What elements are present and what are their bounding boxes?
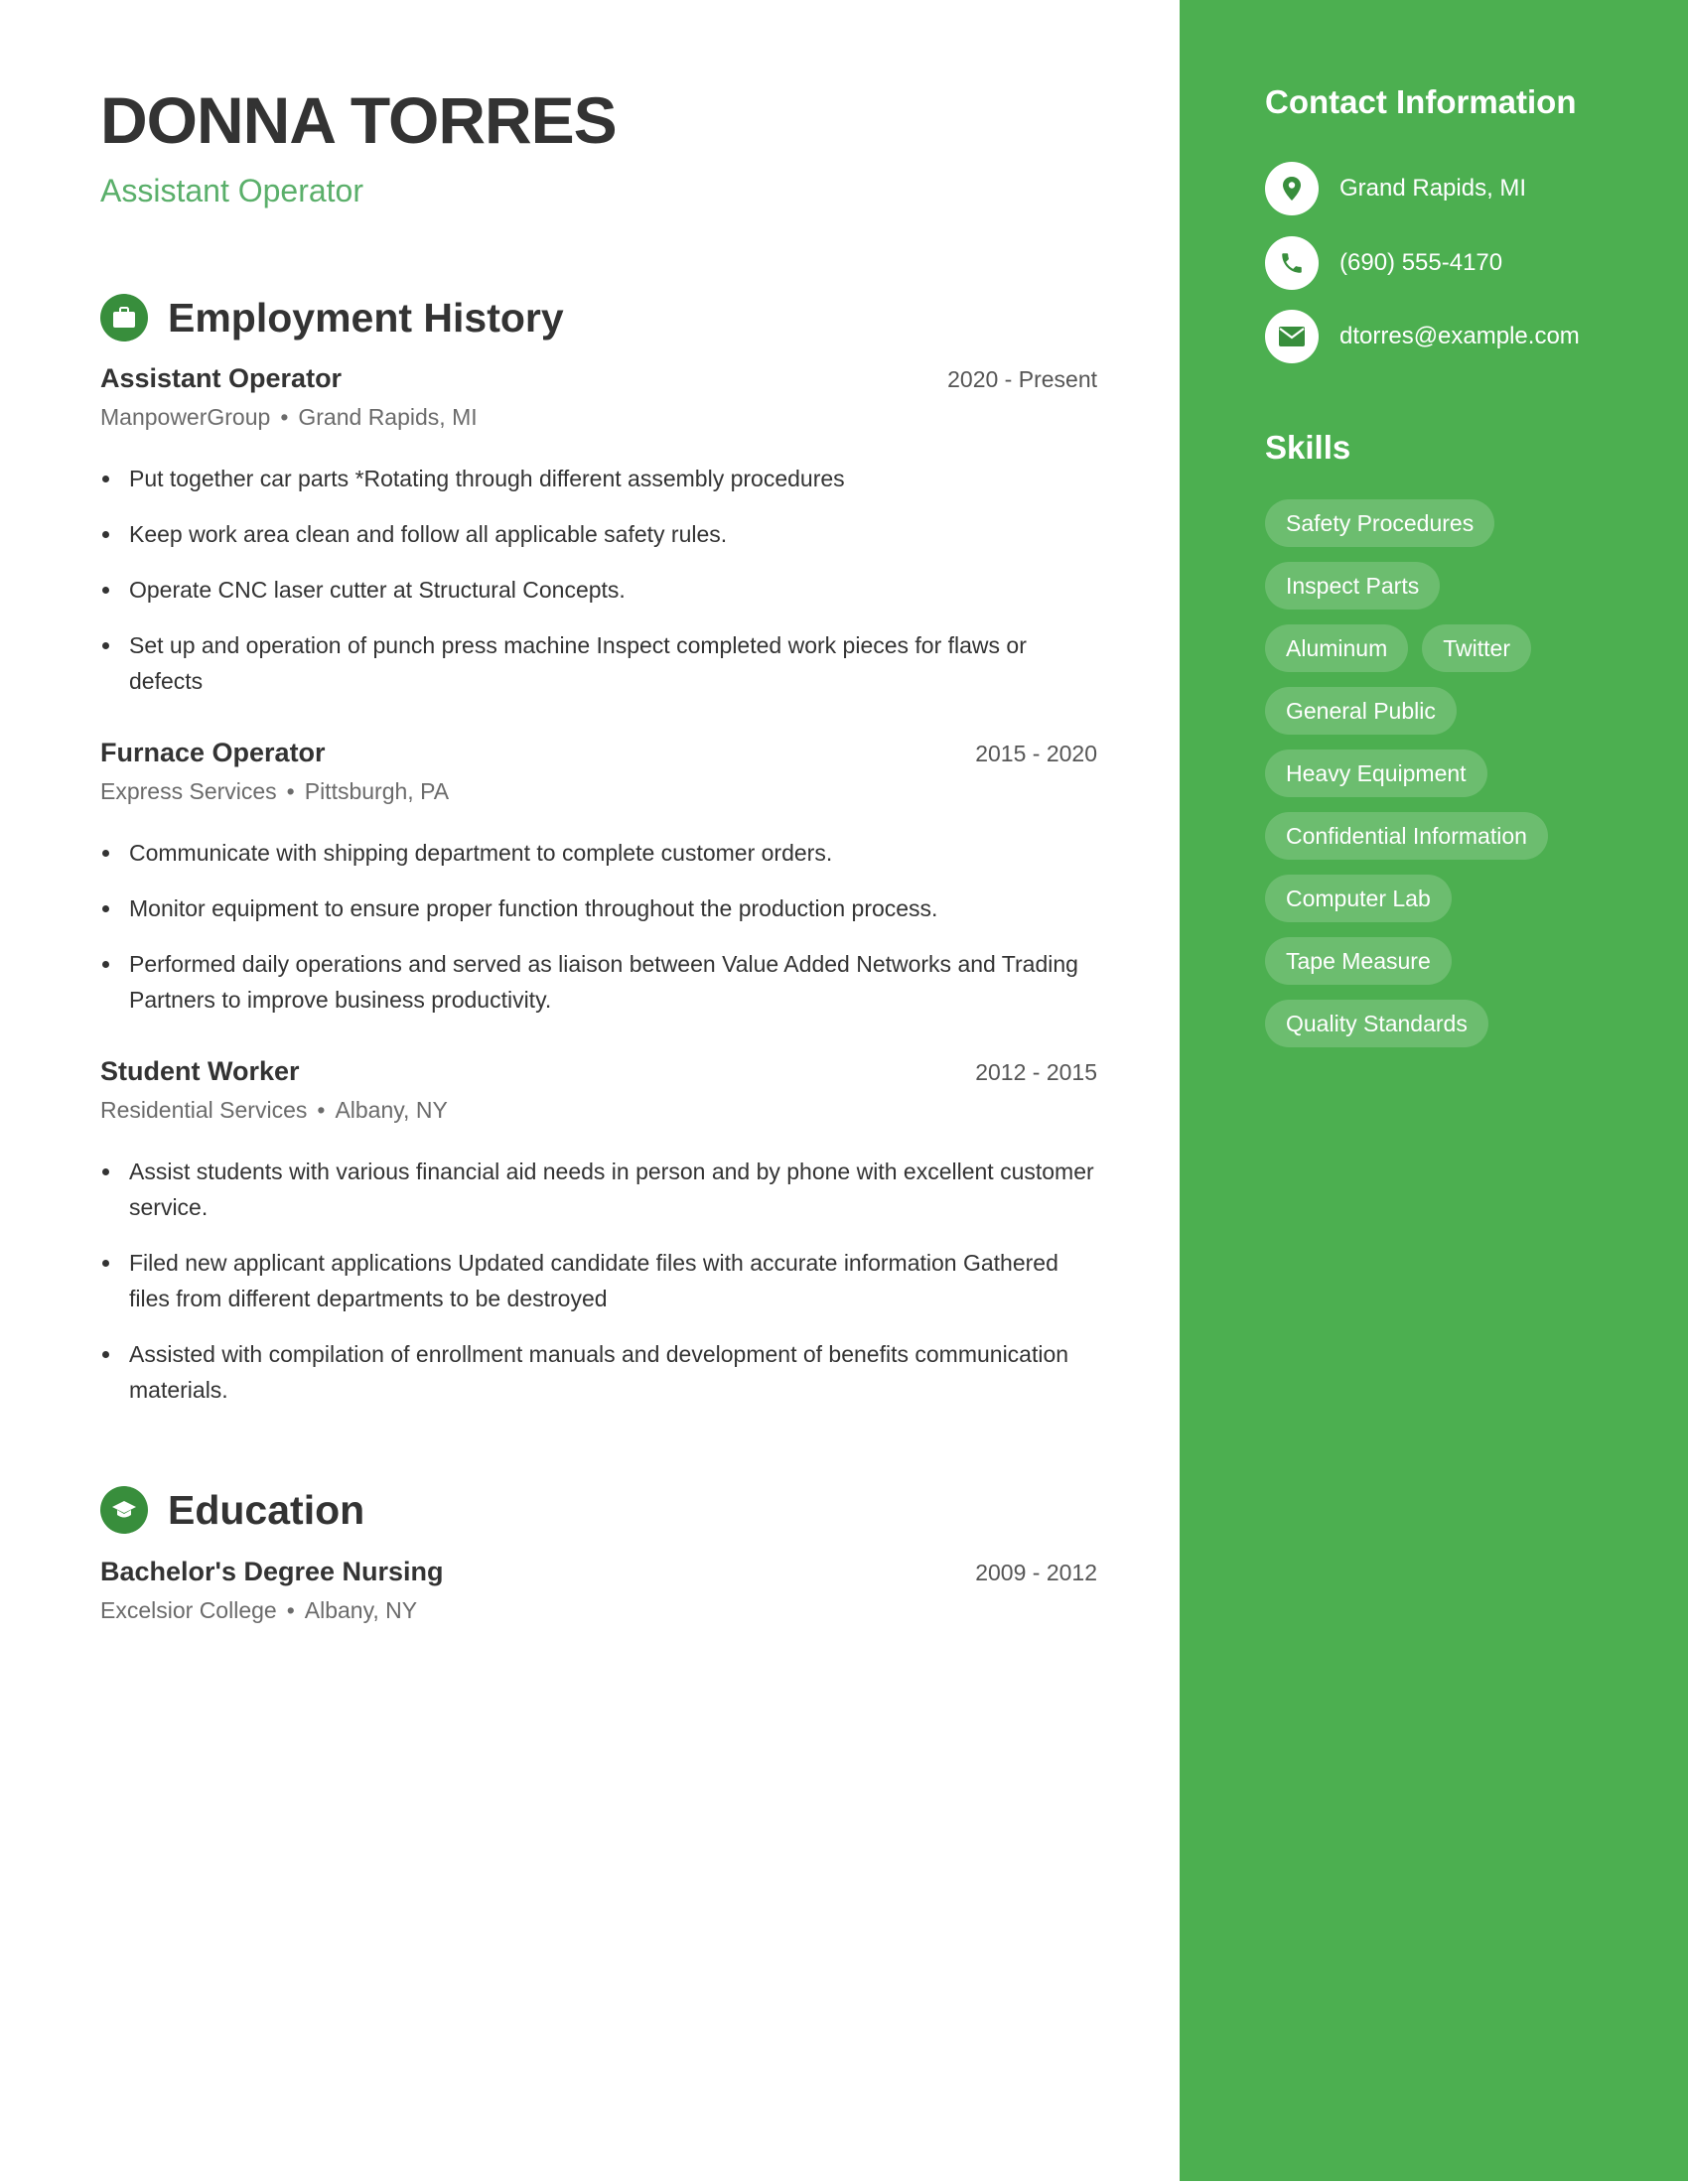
bullet-item: Performed daily operations and served as…	[100, 946, 1097, 1018]
contact-email: dtorres@example.com	[1265, 310, 1580, 363]
separator-dot: •	[286, 778, 295, 804]
job-bullets: Communicate with shipping department to …	[100, 835, 1097, 1018]
skill-tag: General Public	[1265, 687, 1457, 735]
job-company-location: Express Services • Pittsburgh, PA	[100, 780, 1097, 803]
bullet-item: Keep work area clean and follow all appl…	[100, 516, 1097, 552]
bullet-item: Assist students with various financial a…	[100, 1154, 1097, 1225]
separator-dot: •	[280, 404, 289, 430]
school-location: Excelsior College • Albany, NY	[100, 1599, 1097, 1622]
briefcase-icon	[100, 294, 148, 341]
bullet-item: Put together car parts *Rotating through…	[100, 461, 1097, 496]
bullet-item: Filed new applicant applications Updated…	[100, 1245, 1097, 1316]
bullet-item: Operate CNC laser cutter at Structural C…	[100, 572, 1097, 608]
job-title: Student Worker	[100, 1056, 300, 1086]
graduation-cap-icon	[100, 1486, 148, 1534]
school-location-text: Albany, NY	[304, 1597, 418, 1623]
contact-phone-text: (690) 555-4170	[1339, 249, 1503, 276]
candidate-job-title: Assistant Operator	[100, 173, 363, 208]
bullet-item: Monitor equipment to ensure proper funct…	[100, 890, 1097, 926]
job-title: Furnace Operator	[100, 738, 326, 767]
contact-email-text: dtorres@example.com	[1339, 323, 1580, 349]
location-pin-icon	[1265, 162, 1319, 215]
skill-tag: Aluminum	[1265, 624, 1409, 672]
employment-section-title: Employment History	[168, 294, 564, 341]
job-entry: Furnace Operator 2015 - 2020 Express Ser…	[100, 740, 1097, 1037]
job-location: Grand Rapids, MI	[298, 404, 478, 430]
job-location: Albany, NY	[335, 1097, 448, 1123]
sidebar: Contact Information Grand Rapids, MI (69…	[1180, 0, 1688, 2181]
skill-tag: Inspect Parts	[1265, 562, 1441, 610]
education-dates: 2009 - 2012	[975, 1560, 1097, 1585]
contact-phone: (690) 555-4170	[1265, 236, 1502, 290]
job-title: Assistant Operator	[100, 363, 343, 393]
contact-section-title: Contact Information	[1265, 83, 1577, 120]
skills-list: Safety Procedures Inspect Parts Aluminum…	[1265, 499, 1642, 1062]
job-company: Express Services	[100, 778, 277, 804]
job-dates: 2012 - 2015	[975, 1059, 1097, 1085]
separator-dot: •	[286, 1597, 295, 1623]
education-section-title: Education	[168, 1486, 365, 1533]
job-bullets: Assist students with various financial a…	[100, 1154, 1097, 1408]
bullet-item: Communicate with shipping department to …	[100, 835, 1097, 871]
degree-title: Bachelor's Degree Nursing	[100, 1557, 444, 1586]
employment-section-header: Employment History	[100, 294, 564, 341]
contact-location: Grand Rapids, MI	[1265, 162, 1526, 215]
education-section-header: Education	[100, 1486, 364, 1534]
phone-icon	[1265, 236, 1319, 290]
job-bullets: Put together car parts *Rotating through…	[100, 461, 1097, 699]
email-icon	[1265, 310, 1319, 363]
job-company-location: Residential Services • Albany, NY	[100, 1099, 1097, 1122]
skill-tag: Quality Standards	[1265, 1000, 1488, 1047]
skill-tag: Computer Lab	[1265, 875, 1452, 922]
skills-section-title: Skills	[1265, 429, 1351, 466]
education-entry: Bachelor's Degree Nursing 2009 - 2012 Ex…	[100, 1559, 1097, 1622]
job-entry: Assistant Operator 2020 - Present Manpow…	[100, 365, 1097, 719]
job-company: Residential Services	[100, 1097, 308, 1123]
skill-tag: Tape Measure	[1265, 937, 1452, 985]
job-company-location: ManpowerGroup • Grand Rapids, MI	[100, 406, 1097, 429]
skill-tag: Twitter	[1422, 624, 1531, 672]
job-dates: 2020 - Present	[947, 366, 1097, 392]
skill-tag: Safety Procedures	[1265, 499, 1495, 547]
bullet-item: Set up and operation of punch press mach…	[100, 627, 1097, 699]
skill-tag: Heavy Equipment	[1265, 750, 1487, 797]
job-entry: Student Worker 2012 - 2015 Residential S…	[100, 1058, 1097, 1428]
job-dates: 2015 - 2020	[975, 741, 1097, 766]
school-name: Excelsior College	[100, 1597, 277, 1623]
job-company: ManpowerGroup	[100, 404, 271, 430]
candidate-name: DONNA TORRES	[100, 83, 618, 157]
separator-dot: •	[317, 1097, 326, 1123]
contact-location-text: Grand Rapids, MI	[1339, 175, 1527, 202]
bullet-item: Assisted with compilation of enrollment …	[100, 1336, 1097, 1408]
job-location: Pittsburgh, PA	[304, 778, 450, 804]
skill-tag: Confidential Information	[1265, 812, 1548, 860]
